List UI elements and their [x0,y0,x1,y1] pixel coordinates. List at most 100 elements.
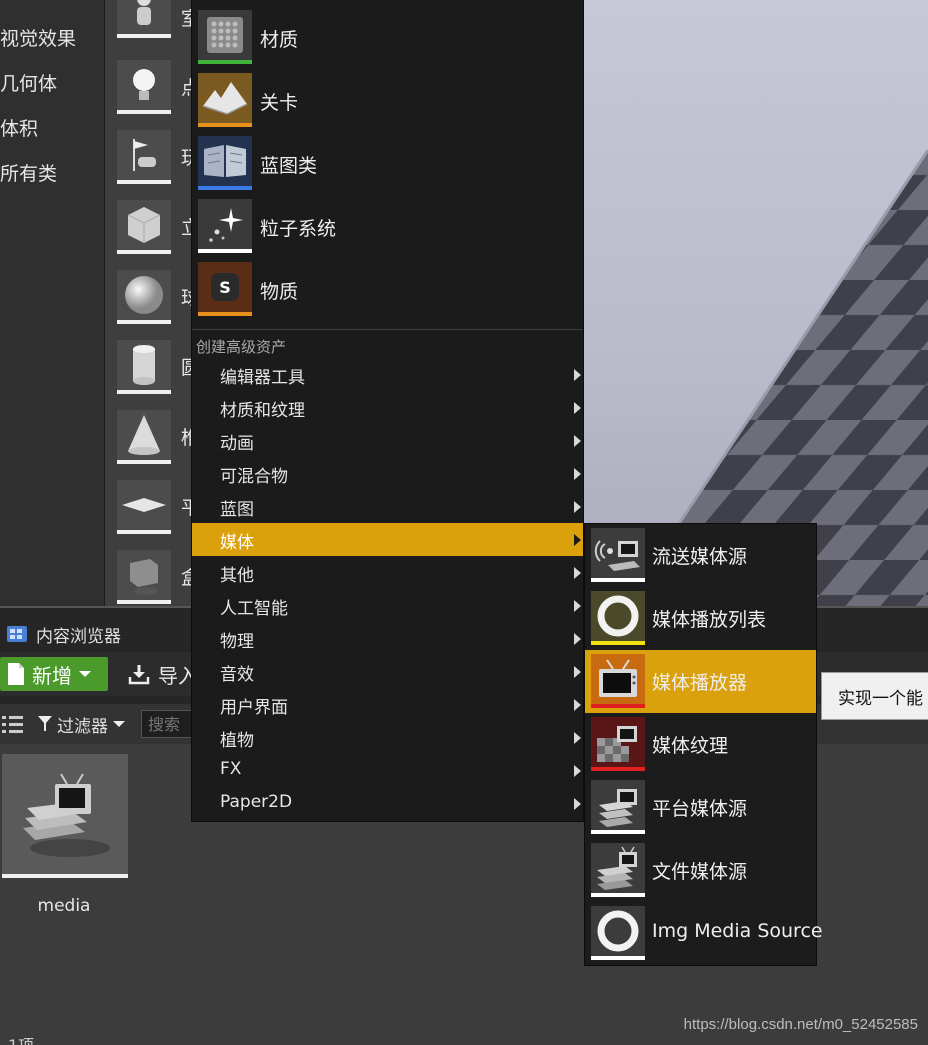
menu-item-label: 蓝图 [220,500,254,520]
category-visual-effects[interactable]: 视觉效果 [0,24,76,51]
menu-item-blueprint-class[interactable]: 蓝图类 [198,136,578,194]
menu-item-substance[interactable]: S 物质 [198,262,578,320]
cube-thumbnail[interactable] [117,200,171,254]
platform-media-source-icon [599,789,637,827]
menu-item-fx[interactable]: FX [192,754,583,787]
box-trigger-thumbnail[interactable] [117,550,171,604]
menu-item-material[interactable]: 材质 [198,10,578,68]
submenu-item-platform-media-source[interactable]: 平台媒体源 [585,776,816,839]
menu-item-level[interactable]: 关卡 [198,73,578,131]
category-volumes[interactable]: 体积 [0,114,38,141]
menu-item-animation[interactable]: 动画 [192,424,583,457]
content-browser-icon [7,626,27,642]
plane-thumbnail[interactable] [117,480,171,534]
stream-media-source-icon [594,540,640,571]
filters-button[interactable]: 过滤器 [38,710,125,738]
menu-item-label: 其他 [220,566,254,586]
submenu-arrow-icon [574,633,581,645]
pawn-icon [137,0,151,25]
menu-item-physics[interactable]: 物理 [192,622,583,655]
cone-icon [128,415,160,455]
menu-item-editor-utilities[interactable]: 编辑器工具 [192,358,583,391]
submenu-item-stream-media-source[interactable]: 流送媒体源 [585,524,816,587]
category-all-classes[interactable]: 所有类 [0,159,57,186]
submenu-item-label: Img Media Source [652,920,823,942]
menu-item-label: 可混合物 [220,467,288,487]
media-player-thumbnail [591,654,645,708]
player-start-thumbnail[interactable] [117,130,171,184]
menu-item-label: 物质 [260,281,299,303]
menu-item-label: 物理 [220,632,254,652]
submenu-item-label: 平台媒体源 [652,798,748,820]
menu-item-artificial-intelligence[interactable]: 人工智能 [192,589,583,622]
submenu-arrow-icon [574,435,581,447]
point-light-thumbnail[interactable] [117,60,171,114]
submenu-item-media-playlist[interactable]: 媒体播放列表 [585,587,816,650]
menu-item-miscellaneous[interactable]: 其他 [192,556,583,589]
submenu-arrow-icon [574,468,581,480]
lightbulb-icon [133,69,155,100]
media-playlist-ring-icon [597,595,639,637]
stream-media-thumbnail [591,528,645,582]
chevron-down-icon [79,671,91,677]
submenu-item-img-media-source[interactable]: Img Media Source [585,902,823,965]
submenu-arrow-icon [574,732,581,744]
media-player-tv-icon [599,659,637,697]
menu-item-user-interface[interactable]: 用户界面 [192,688,583,721]
media-bundle-tv-icon [23,773,110,857]
blueprint-thumbnail [198,136,252,190]
media-playlist-thumbnail [591,591,645,645]
cone-thumbnail[interactable] [117,410,171,464]
menu-item-foliage[interactable]: 植物 [192,721,583,754]
menu-item-sounds[interactable]: 音效 [192,655,583,688]
submenu-arrow-icon [574,534,581,546]
menu-item-label: 材质和纹理 [220,401,305,421]
menu-item-label: FX [220,759,242,779]
media-texture-thumbnail [591,717,645,771]
file-media-source-icon [597,846,637,890]
category-geometry[interactable]: 几何体 [0,69,57,96]
cylinder-thumbnail[interactable] [117,340,171,394]
submenu-arrow-icon [574,600,581,612]
submenu-arrow-icon [574,369,581,381]
submenu-item-label: 媒体播放器 [652,672,748,694]
menu-item-particle-system[interactable]: 粒子系统 [198,199,578,257]
menu-item-label: 蓝图类 [260,155,318,177]
submenu-item-media-texture[interactable]: 媒体纹理 [585,713,816,776]
menu-item-blendables[interactable]: 可混合物 [192,457,583,490]
submenu-arrow-icon [574,699,581,711]
menu-item-label: 关卡 [260,92,299,114]
source-tree-toggle-icon[interactable] [2,714,24,734]
content-browser-tab[interactable]: 内容浏览器 [0,620,121,648]
submenu-item-file-media-source[interactable]: 文件媒体源 [585,839,816,902]
chevron-down-icon [113,721,125,727]
menu-item-materials-textures[interactable]: 材质和纹理 [192,391,583,424]
media-asset-tile[interactable] [2,754,128,878]
submenu-arrow-icon [574,501,581,513]
media-player-tooltip: 实现一个能 [821,672,928,720]
asset-name: media [37,896,91,916]
add-new-label: 新增 [32,663,72,688]
submenu-item-label: 流送媒体源 [652,546,748,568]
sphere-icon [125,276,163,314]
media-texture-icon [597,726,637,762]
menu-item-label: 用户界面 [220,698,288,718]
menu-item-blueprints[interactable]: 蓝图 [192,490,583,523]
cube-icon [127,207,161,243]
platform-media-thumbnail [591,780,645,834]
sphere-thumbnail[interactable] [117,270,171,324]
watermark-text: https://blog.csdn.net/m0_52452585 [683,1016,918,1033]
import-button[interactable]: 导入 [128,657,198,691]
level-viewport[interactable] [584,0,928,606]
menu-item-label: 材质 [260,29,299,51]
particle-sparkle-icon [209,208,243,242]
level-terrain-icon [202,82,248,115]
menu-item-media[interactable]: 媒体 [192,523,583,556]
menu-item-paper2d[interactable]: Paper2D [192,787,583,820]
submenu-arrow-icon [574,798,581,810]
pawn-actor-thumbnail[interactable] [117,0,171,38]
add-new-button[interactable]: 新增 [0,657,108,691]
blueprint-book-icon [204,145,246,177]
submenu-item-media-player[interactable]: 媒体播放器 [585,650,816,713]
substance-logo-icon: S [211,273,239,301]
